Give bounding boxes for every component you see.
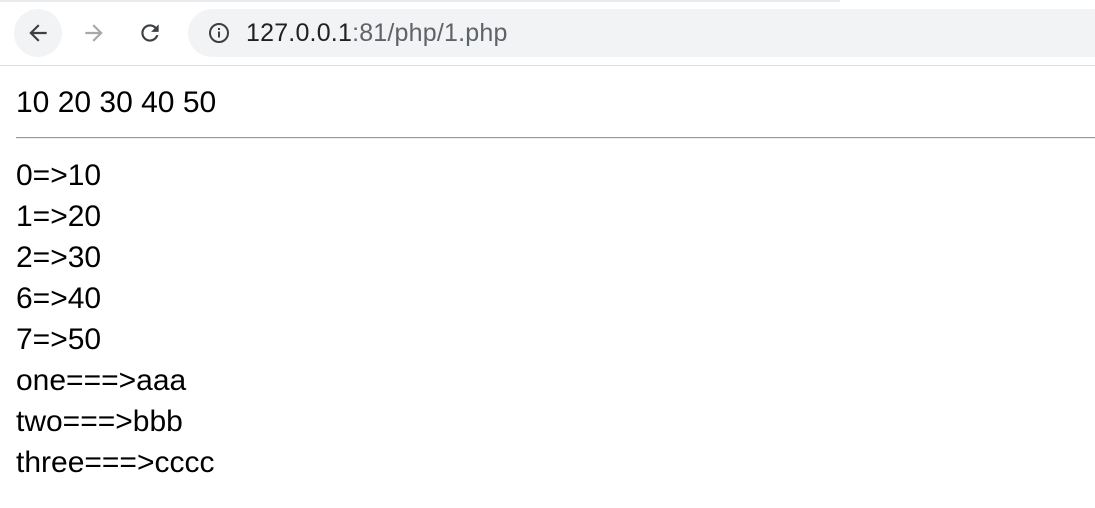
list-item: two===>bbb <box>16 405 183 438</box>
values-line: 10 20 30 40 50 <box>16 86 217 119</box>
url-text[interactable]: 127.0.0.1:81/php/1.php <box>246 19 508 48</box>
url-path: :81/php/1.php <box>352 18 508 47</box>
list-item: 2=>30 <box>16 241 102 274</box>
horizontal-rule <box>16 137 1095 139</box>
forward-arrow-icon <box>81 20 107 46</box>
url-host: 127.0.0.1 <box>246 18 353 47</box>
list-item: 1=>20 <box>16 200 102 233</box>
browser-toolbar: 127.0.0.1:81/php/1.php <box>0 0 1095 66</box>
forward-button[interactable] <box>70 9 118 57</box>
list-item: one===>aaa <box>16 364 187 397</box>
reload-icon <box>137 20 163 46</box>
back-arrow-icon <box>25 20 51 46</box>
list-item: 7=>50 <box>16 323 102 356</box>
tab-strip-edge <box>0 0 840 2</box>
info-icon[interactable] <box>208 22 230 44</box>
address-bar[interactable]: 127.0.0.1:81/php/1.php <box>188 9 1095 57</box>
list-item: 0=>10 <box>16 159 102 192</box>
list-item: three===>cccc <box>16 446 215 479</box>
reload-button[interactable] <box>126 9 174 57</box>
output-list: 0=>10 1=>20 2=>30 6=>40 7=>50 one===>aaa… <box>16 155 1095 483</box>
back-button[interactable] <box>14 9 62 57</box>
page-content: 10 20 30 40 50 0=>10 1=>20 2=>30 6=>40 7… <box>16 66 1095 483</box>
list-item: 6=>40 <box>16 282 102 315</box>
